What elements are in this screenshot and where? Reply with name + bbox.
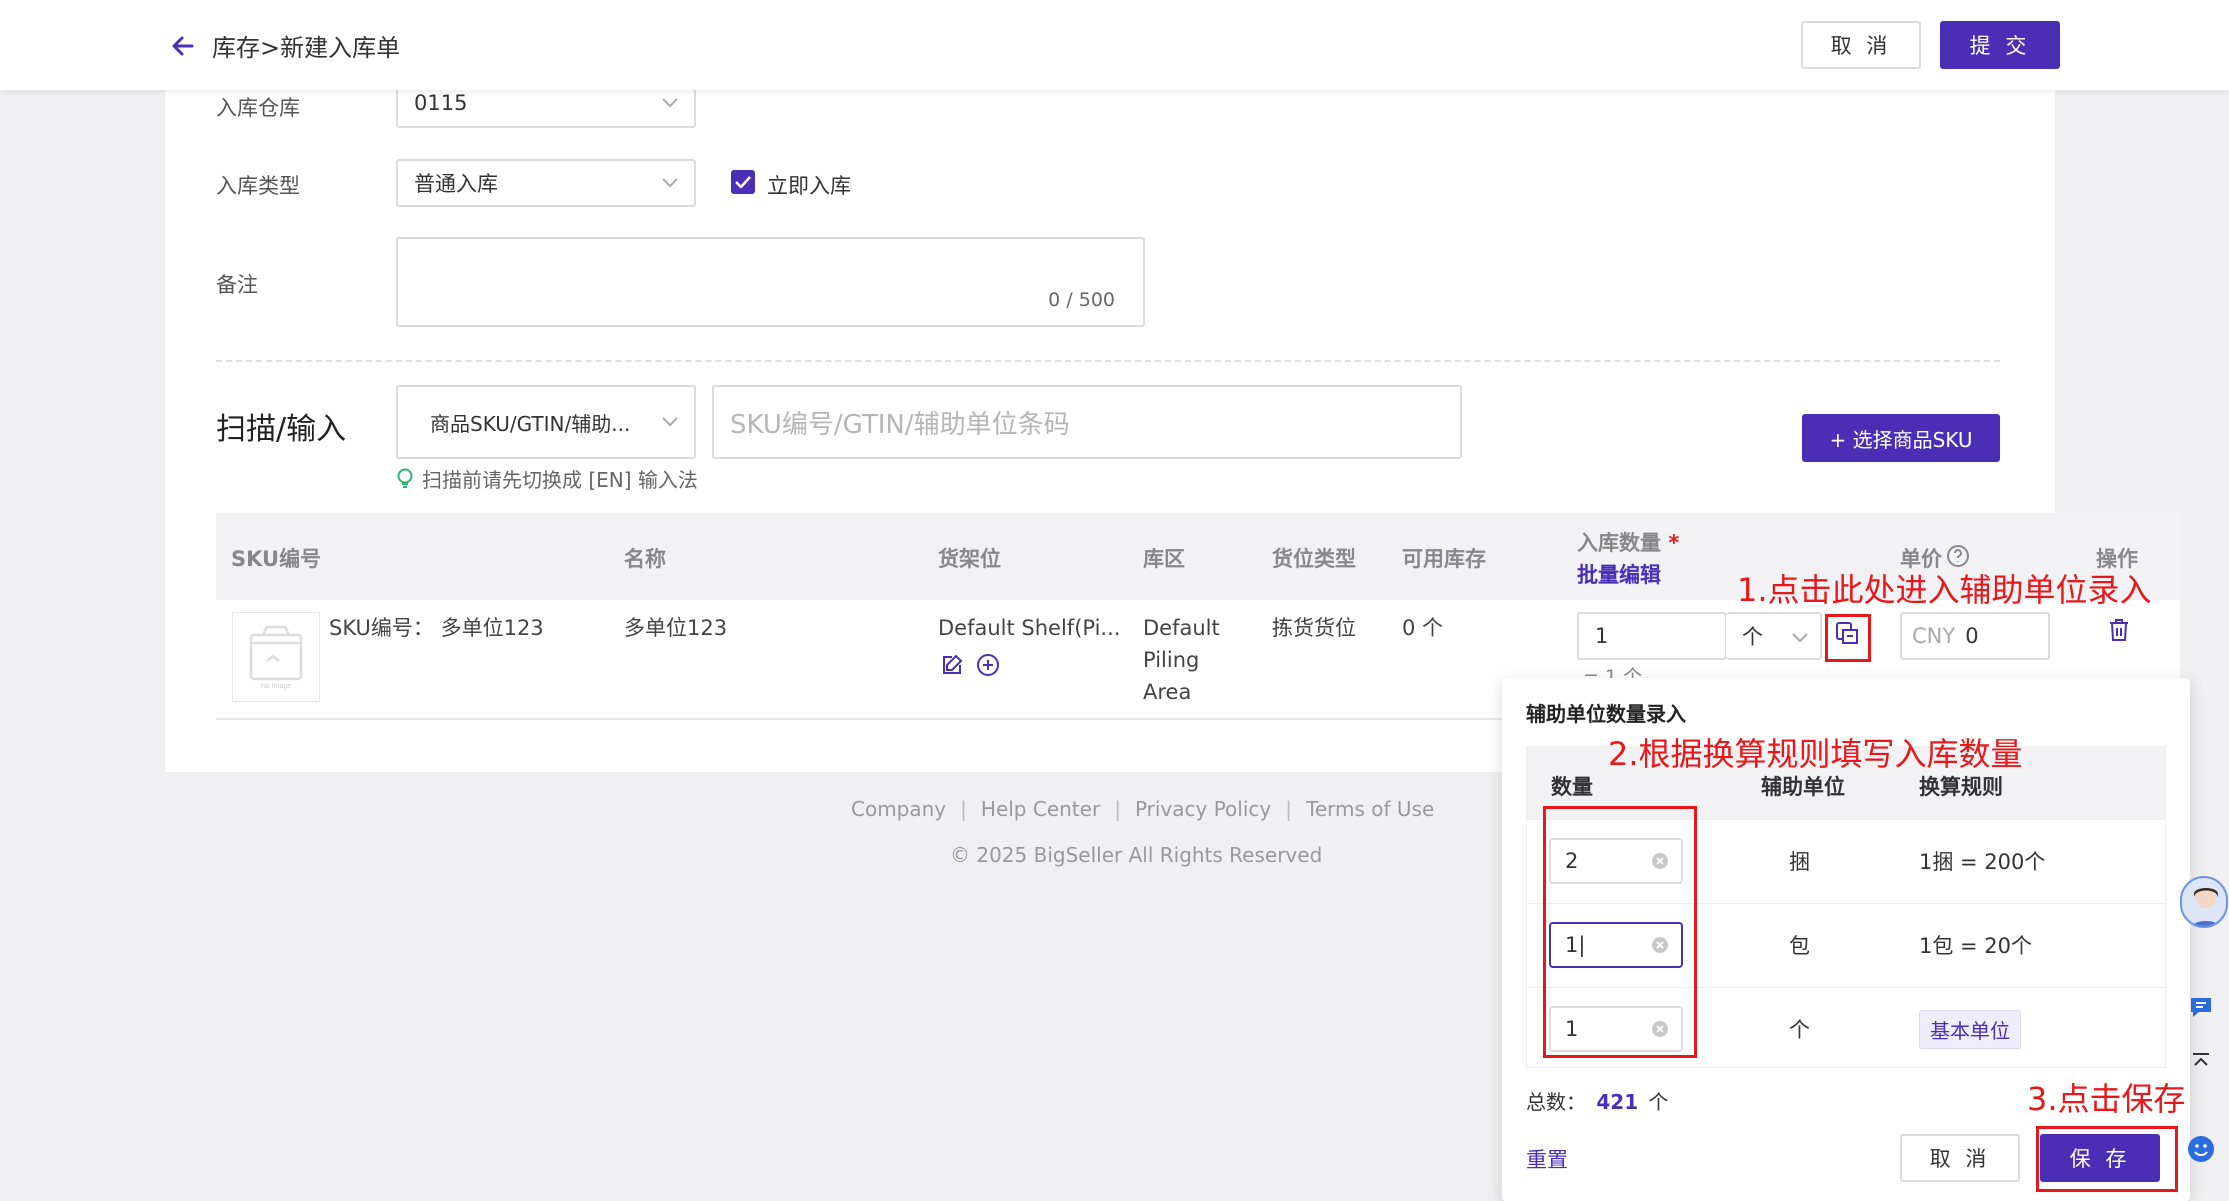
reset-link[interactable]: 重置 [1526,1144,1568,1174]
total-label: 总数： [1526,1090,1586,1114]
popup-title: 辅助单位数量录入 [1526,702,1686,726]
scan-mode-value: 商品SKU/GTIN/辅助... [430,411,631,436]
smiley-icon[interactable] [2182,1130,2220,1168]
base-unit-tag: 基本单位 [1919,1010,2021,1049]
submit-button[interactable]: 提 交 [1940,21,2060,69]
scan-hint-text: 扫描前请先切换成 [EN] 输入法 [422,468,698,492]
annotation-step1: 1.点击此处进入辅助单位录入 [1737,571,2152,609]
type-select[interactable]: 普通入库 [396,159,696,207]
collapse-up-icon[interactable] [2182,1042,2220,1080]
immediate-checkbox[interactable] [731,170,755,194]
footer-links: Company | Help Center | Privacy Policy |… [851,797,1434,821]
aux-unit-rule: 1包 = 20个 [1919,934,2033,958]
pth-unit: 辅助单位 [1761,775,1845,799]
footer-link-company[interactable]: Company [851,797,946,821]
lightbulb-icon [396,468,414,490]
th-slot-type: 货位类型 [1272,547,1356,571]
popup-cancel-button[interactable]: 取 消 [1900,1134,2020,1182]
copyright: © 2025 BigSeller All Rights Reserved [950,843,1323,867]
annotation-box-2 [1543,806,1697,1058]
warehouse-label: 入库仓库 [216,96,300,120]
row-zone-line1: Default [1143,616,1220,640]
th-qty: 入库数量 * [1577,531,1680,555]
footer-link-privacy[interactable]: Privacy Policy [1135,797,1271,821]
section-divider [216,360,2000,362]
remark-label: 备注 [216,273,258,297]
total-value: 421 [1596,1090,1639,1114]
footer-separator: | [960,797,967,821]
add-circle-icon[interactable] [976,653,1000,677]
remark-textarea[interactable]: 0 / 500 [396,237,1145,327]
scan-hint: 扫描前请先切换成 [EN] 输入法 [396,464,698,493]
chat-icon[interactable] [2182,988,2220,1026]
annotation-box-1 [1825,614,1871,662]
th-name: 名称 [624,547,666,571]
row-name: 多单位123 [624,616,728,640]
annotation-step3: 3.点击保存 [2027,1080,2186,1118]
batch-edit-link[interactable]: 批量编辑 [1577,559,1661,589]
row-slot-type: 拣货货位 [1272,616,1356,640]
th-shelf: 货架位 [938,547,1001,571]
pth-qty: 数量 [1551,775,1593,799]
row-zone-line3: Area [1143,680,1192,704]
qty-input[interactable]: 1 [1577,612,1727,660]
select-sku-button[interactable]: + 选择商品SKU [1802,414,2000,462]
page-title: 库存>新建入库单 [212,34,401,62]
row-zone-line2: Piling [1143,648,1200,672]
th-zone: 库区 [1143,547,1185,571]
unit-value: 个 [1742,625,1763,649]
footer-separator: | [1285,797,1292,821]
aux-unit-rule: 1捆 = 200个 [1919,850,2046,874]
annotation-box-3 [2036,1126,2178,1192]
page-header: 库存>新建入库单 取 消 提 交 [0,0,2229,90]
chevron-down-icon [662,178,678,188]
footer-separator: | [1114,797,1121,821]
product-image-placeholder: No Image [232,612,320,702]
row-sku: SKU编号： 多单位123 [329,616,544,640]
price-input[interactable]: CNY 0 [1900,612,2050,660]
scan-placeholder: SKU编号/GTIN/辅助单位条码 [730,409,1070,440]
scan-input[interactable]: SKU编号/GTIN/辅助单位条码 [712,385,1462,459]
qty-value: 1 [1595,624,1609,648]
warehouse-value: 0115 [414,91,468,115]
th-available: 可用库存 [1402,547,1486,571]
svg-text:No Image: No Image [261,683,291,690]
back-arrow-icon[interactable] [168,31,198,61]
aux-unit-name: 个 [1789,1018,1810,1042]
row-shelf: Default Shelf(Pi... [938,616,1121,640]
chevron-down-icon [1792,633,1808,643]
scan-title: 扫描/输入 [216,412,347,447]
delete-trash-icon[interactable] [2108,618,2130,642]
header-cancel-button[interactable]: 取 消 [1801,21,1921,69]
annotation-step2: 2.根据换算规则填写入库数量 [1608,735,2023,773]
price-value: 0 [1965,624,1979,648]
edit-icon[interactable] [940,653,964,677]
row-available: 0 个 [1402,616,1444,640]
footer-link-terms[interactable]: Terms of Use [1306,797,1434,821]
unit-select[interactable]: 个 [1726,612,1822,660]
aux-unit-name: 包 [1789,934,1810,958]
aux-unit-name: 捆 [1789,850,1810,874]
chevron-down-icon [662,417,678,427]
chevron-down-icon [662,98,678,108]
popup-total: 总数： 421 个 [1526,1086,1668,1115]
scan-mode-select[interactable]: 商品SKU/GTIN/辅助... [396,385,696,459]
price-currency: CNY [1912,624,1956,648]
pth-rule: 换算规则 [1919,775,2003,799]
support-avatar[interactable] [2180,876,2228,928]
immediate-label: 立即入库 [767,174,851,198]
footer-link-help[interactable]: Help Center [981,797,1100,821]
remark-counter: 0 / 500 [1048,289,1115,311]
th-sku: SKU编号 [231,547,322,571]
type-label: 入库类型 [216,174,300,198]
type-value: 普通入库 [414,172,498,196]
total-unit: 个 [1648,1090,1669,1114]
